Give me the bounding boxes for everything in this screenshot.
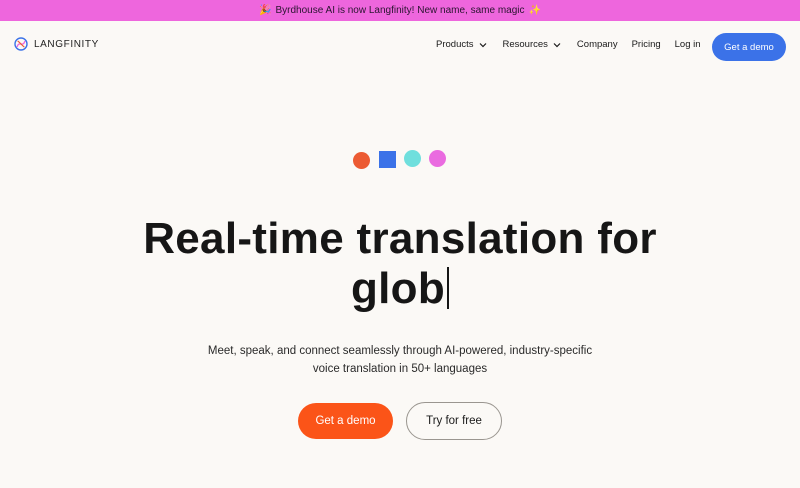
announcement-banner[interactable]: 🎉 Byrdhouse AI is now Langfinity! New na…: [0, 0, 800, 21]
nav-item-label: Pricing: [631, 39, 661, 50]
nav-get-demo-button[interactable]: Get a demo: [712, 33, 786, 61]
chevron-down-icon: [479, 42, 486, 47]
langfinity-logo-icon: [14, 37, 28, 51]
blue-square-shape: [379, 151, 396, 168]
hero-get-demo-button[interactable]: Get a demo: [298, 403, 393, 439]
orange-circle-shape: [353, 152, 370, 169]
hero-try-free-button[interactable]: Try for free: [406, 402, 502, 440]
nav-item-label: Company: [576, 39, 618, 50]
headline-line-1: Real-time translation for: [143, 214, 657, 263]
nav-item-label: Resources: [502, 39, 548, 50]
sparkles-icon: ✨: [528, 5, 541, 16]
cyan-circle-shape: [404, 150, 421, 167]
party-popper-icon: 🎉: [259, 5, 272, 16]
headline-line-2: glob: [350, 264, 450, 314]
hero-headline: Real-time translation for glob: [0, 214, 800, 314]
nav-item-login[interactable]: Log in: [675, 39, 701, 50]
hero-subheading: Meet, speak, and connect seamlessly thro…: [207, 345, 593, 375]
headline-typing-text: glob: [350, 264, 446, 313]
typing-cursor: [447, 267, 450, 309]
brand-name: LANGFINITY: [34, 38, 99, 50]
nav-item-resources[interactable]: Resources: [503, 39, 561, 50]
nav-links: Products Resources Company Pricing Log i…: [436, 39, 701, 50]
pink-circle-shape: [429, 150, 446, 167]
nav-item-label: Products: [436, 39, 474, 50]
nav-item-pricing[interactable]: Pricing: [632, 39, 661, 50]
brand-logo[interactable]: LANGFINITY: [14, 37, 99, 51]
top-navigation: LANGFINITY Products Resources Company Pr…: [0, 21, 800, 71]
nav-item-label: Log in: [674, 39, 701, 50]
chevron-down-icon: [553, 42, 561, 47]
nav-item-products[interactable]: Products: [436, 39, 487, 50]
nav-item-company[interactable]: Company: [577, 39, 618, 50]
announcement-text[interactable]: Byrdhouse AI is now Langfinity! New name…: [275, 5, 524, 16]
